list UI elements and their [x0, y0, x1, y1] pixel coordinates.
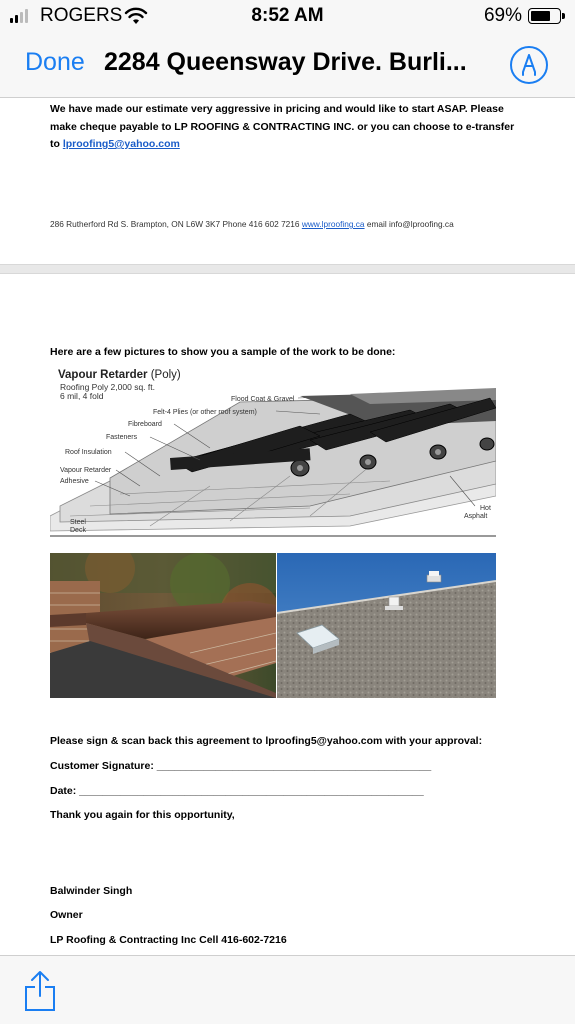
diagram-title: Vapour Retarder: [58, 369, 148, 381]
roof-diagram: Vapour Retarder (Poly) Roofing Poly 2,00…: [50, 366, 496, 538]
email-link[interactable]: lproofing5@yahoo.com: [63, 138, 180, 150]
customer-signature-line: Customer Signature: ____________________…: [50, 760, 432, 772]
company-footer: 286 Rutherford Rd S. Brampton, ON L6W 3K…: [50, 219, 454, 229]
website-link[interactable]: www.lproofing.ca: [302, 219, 365, 229]
label-vapour-retarder: Vapour Retarder: [60, 467, 112, 474]
label-flood-coat: Flood Coat & Gravel: [231, 396, 295, 403]
label-felt: Felt-4 Plies (or other roof system): [153, 409, 257, 416]
diagram-title-suffix: (Poly): [151, 369, 181, 381]
sign-request: Please sign & scan back this agreement t…: [50, 735, 483, 747]
label-asphalt: Asphalt: [464, 513, 487, 520]
signer-role: Owner: [50, 909, 83, 921]
photo-parapet-flashing: [50, 553, 276, 698]
label-adhesive: Adhesive: [60, 478, 89, 485]
label-fibreboard: Fibreboard: [128, 421, 162, 428]
label-fasteners: Fasteners: [106, 434, 138, 441]
intro-line-2: make cheque payable to LP ROOFING & CONT…: [50, 121, 515, 133]
label-steel: Steel: [70, 519, 86, 526]
photo-gravel-roof: [277, 553, 496, 698]
label-deck: Deck: [70, 527, 86, 534]
share-icon[interactable]: [24, 970, 56, 1012]
status-bar: ROGERS 8:52 AM 69%: [0, 0, 575, 34]
diagram-subtitle-2: 6 mil, 4 fold: [60, 391, 104, 401]
date-line: Date: __________________________________…: [50, 785, 424, 797]
battery-icon: [528, 8, 565, 24]
pictures-heading: Here are a few pictures to show you a sa…: [50, 346, 396, 358]
svg-text:Vapour Retarder (Poly): Vapour Retarder (Poly): [58, 369, 181, 381]
document-title: 2284 Queensway Drive. Burli...: [104, 48, 467, 76]
markup-pen-icon[interactable]: [510, 46, 548, 84]
nav-bar: Done 2284 Queensway Drive. Burli...: [0, 34, 575, 98]
label-roof-insulation: Roof Insulation: [65, 449, 112, 456]
battery-percent: 69%: [483, 5, 522, 26]
bottom-toolbar: [0, 955, 575, 1024]
intro-line-1: We have made our estimate very aggressiv…: [50, 103, 504, 115]
intro-line-3: to lproofing5@yahoo.com: [50, 138, 180, 150]
signer-name: Balwinder Singh: [50, 885, 133, 897]
thanks-text: Thank you again for this opportunity,: [50, 809, 235, 821]
done-button[interactable]: Done: [25, 48, 85, 77]
document-viewer[interactable]: We have made our estimate very aggressiv…: [0, 98, 575, 955]
company-contact: LP Roofing & Contracting Inc Cell 416-60…: [50, 934, 287, 946]
label-hot: Hot: [480, 505, 491, 512]
page-break: [0, 264, 575, 274]
